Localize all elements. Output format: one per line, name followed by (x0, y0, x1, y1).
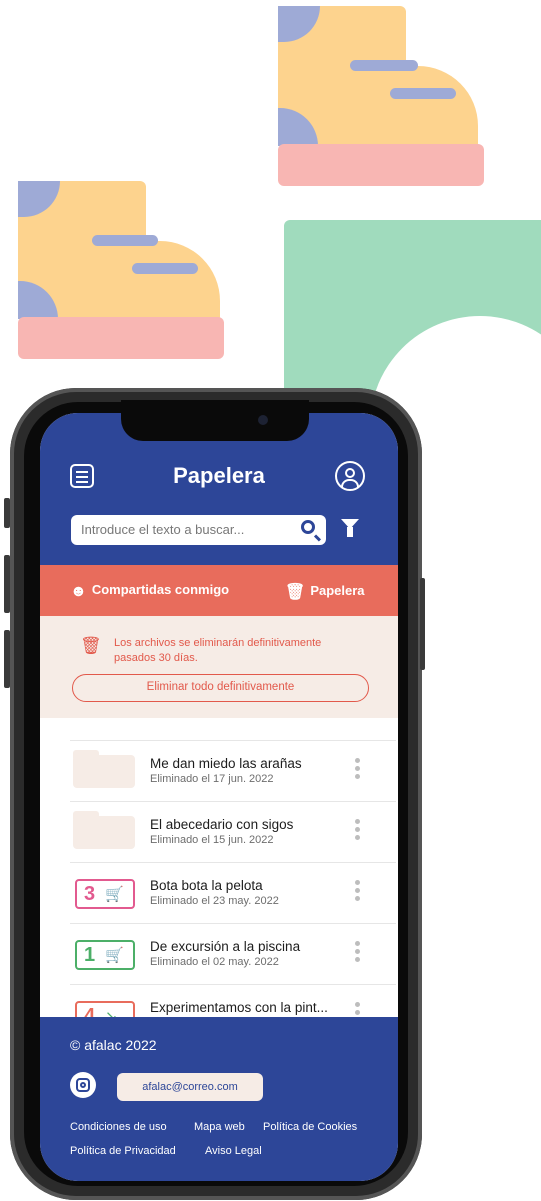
search-icon[interactable] (301, 520, 315, 534)
link-privacy[interactable]: Política de Privacidad (70, 1145, 176, 1157)
file-date: Eliminado el 02 may. 2022 (150, 956, 279, 968)
trash-notice: 🗑 Los archivos se eliminarán definitivam… (40, 616, 398, 718)
folder-icon (73, 750, 135, 788)
boot-illustration-left (18, 181, 224, 361)
tab-bar: ☻ Compartidas conmigo 🗑 Papelera (40, 565, 398, 616)
folder-icon (73, 811, 135, 849)
file-date: Eliminado el 23 may. 2022 (150, 895, 279, 907)
phone-side-button (4, 498, 10, 528)
cart-icon: 🛒 (105, 947, 124, 964)
notice-message: Los archivos se eliminarán definitivamen… (114, 637, 322, 664)
camera-icon (258, 415, 268, 425)
file-list: Me dan miedo las arañas Eliminado el 17 … (70, 740, 396, 1045)
boot-illustration-top (278, 6, 484, 186)
cart-icon: 🛒 (105, 886, 124, 903)
user-avatar-icon[interactable] (335, 461, 365, 491)
app-footer: © afalac 2022 afalac@correo.com Condicio… (40, 1017, 398, 1181)
users-icon: ☻ (70, 583, 87, 600)
phone-notch (121, 400, 309, 441)
tab-trash[interactable]: 🗑 Papelera (285, 582, 365, 602)
email-button[interactable]: afalac@correo.com (117, 1073, 263, 1101)
file-name: De excursión a la piscina (150, 939, 301, 954)
green-decoration (284, 220, 541, 400)
activity-thumbnail: 3 🛒 (75, 879, 135, 909)
link-legal[interactable]: Aviso Legal (205, 1145, 262, 1157)
copyright: © afalac 2022 (70, 1037, 157, 1053)
link-terms[interactable]: Condiciones de uso (70, 1121, 167, 1133)
search-input[interactable]: Introduce el texto a buscar... (71, 515, 326, 545)
more-options-icon[interactable] (355, 941, 361, 965)
file-date: Eliminado el 17 jun. 2022 (150, 773, 274, 785)
activity-thumbnail: 1 🛒 (75, 940, 135, 970)
file-name: Me dan miedo las arañas (150, 756, 302, 771)
trash-icon: 🗑 (285, 584, 306, 601)
link-sitemap[interactable]: Mapa web (194, 1121, 245, 1133)
phone-screen: Papelera Introduce el texto a buscar... … (40, 413, 398, 1181)
more-options-icon[interactable] (355, 819, 361, 843)
phone-side-button (4, 555, 10, 613)
file-date: Eliminado el 15 jun. 2022 (150, 834, 274, 846)
file-name: El abecedario con sigos (150, 817, 294, 832)
phone-side-button (420, 578, 425, 670)
file-name: Experimentamos con la pint... (150, 1000, 328, 1015)
trash-icon: 🗑 (80, 636, 102, 655)
list-item[interactable]: El abecedario con sigos Eliminado el 15 … (70, 801, 396, 862)
delete-all-button[interactable]: Eliminar todo definitivamente (72, 674, 369, 702)
instagram-icon[interactable] (70, 1072, 96, 1098)
file-name: Bota bota la pelota (150, 878, 263, 893)
phone-side-button (4, 630, 10, 688)
link-cookies[interactable]: Política de Cookies (263, 1121, 357, 1133)
list-item[interactable]: 3 🛒 Bota bota la pelota Eliminado el 23 … (70, 862, 396, 923)
tab-shared-with-me[interactable]: ☻ Compartidas conmigo (70, 582, 229, 601)
search-placeholder: Introduce el texto a buscar... (81, 522, 245, 537)
list-item[interactable]: 1 🛒 De excursión a la piscina Eliminado … (70, 923, 396, 984)
list-item[interactable]: Me dan miedo las arañas Eliminado el 17 … (70, 740, 396, 801)
more-options-icon[interactable] (355, 758, 361, 782)
more-options-icon[interactable] (355, 880, 361, 904)
